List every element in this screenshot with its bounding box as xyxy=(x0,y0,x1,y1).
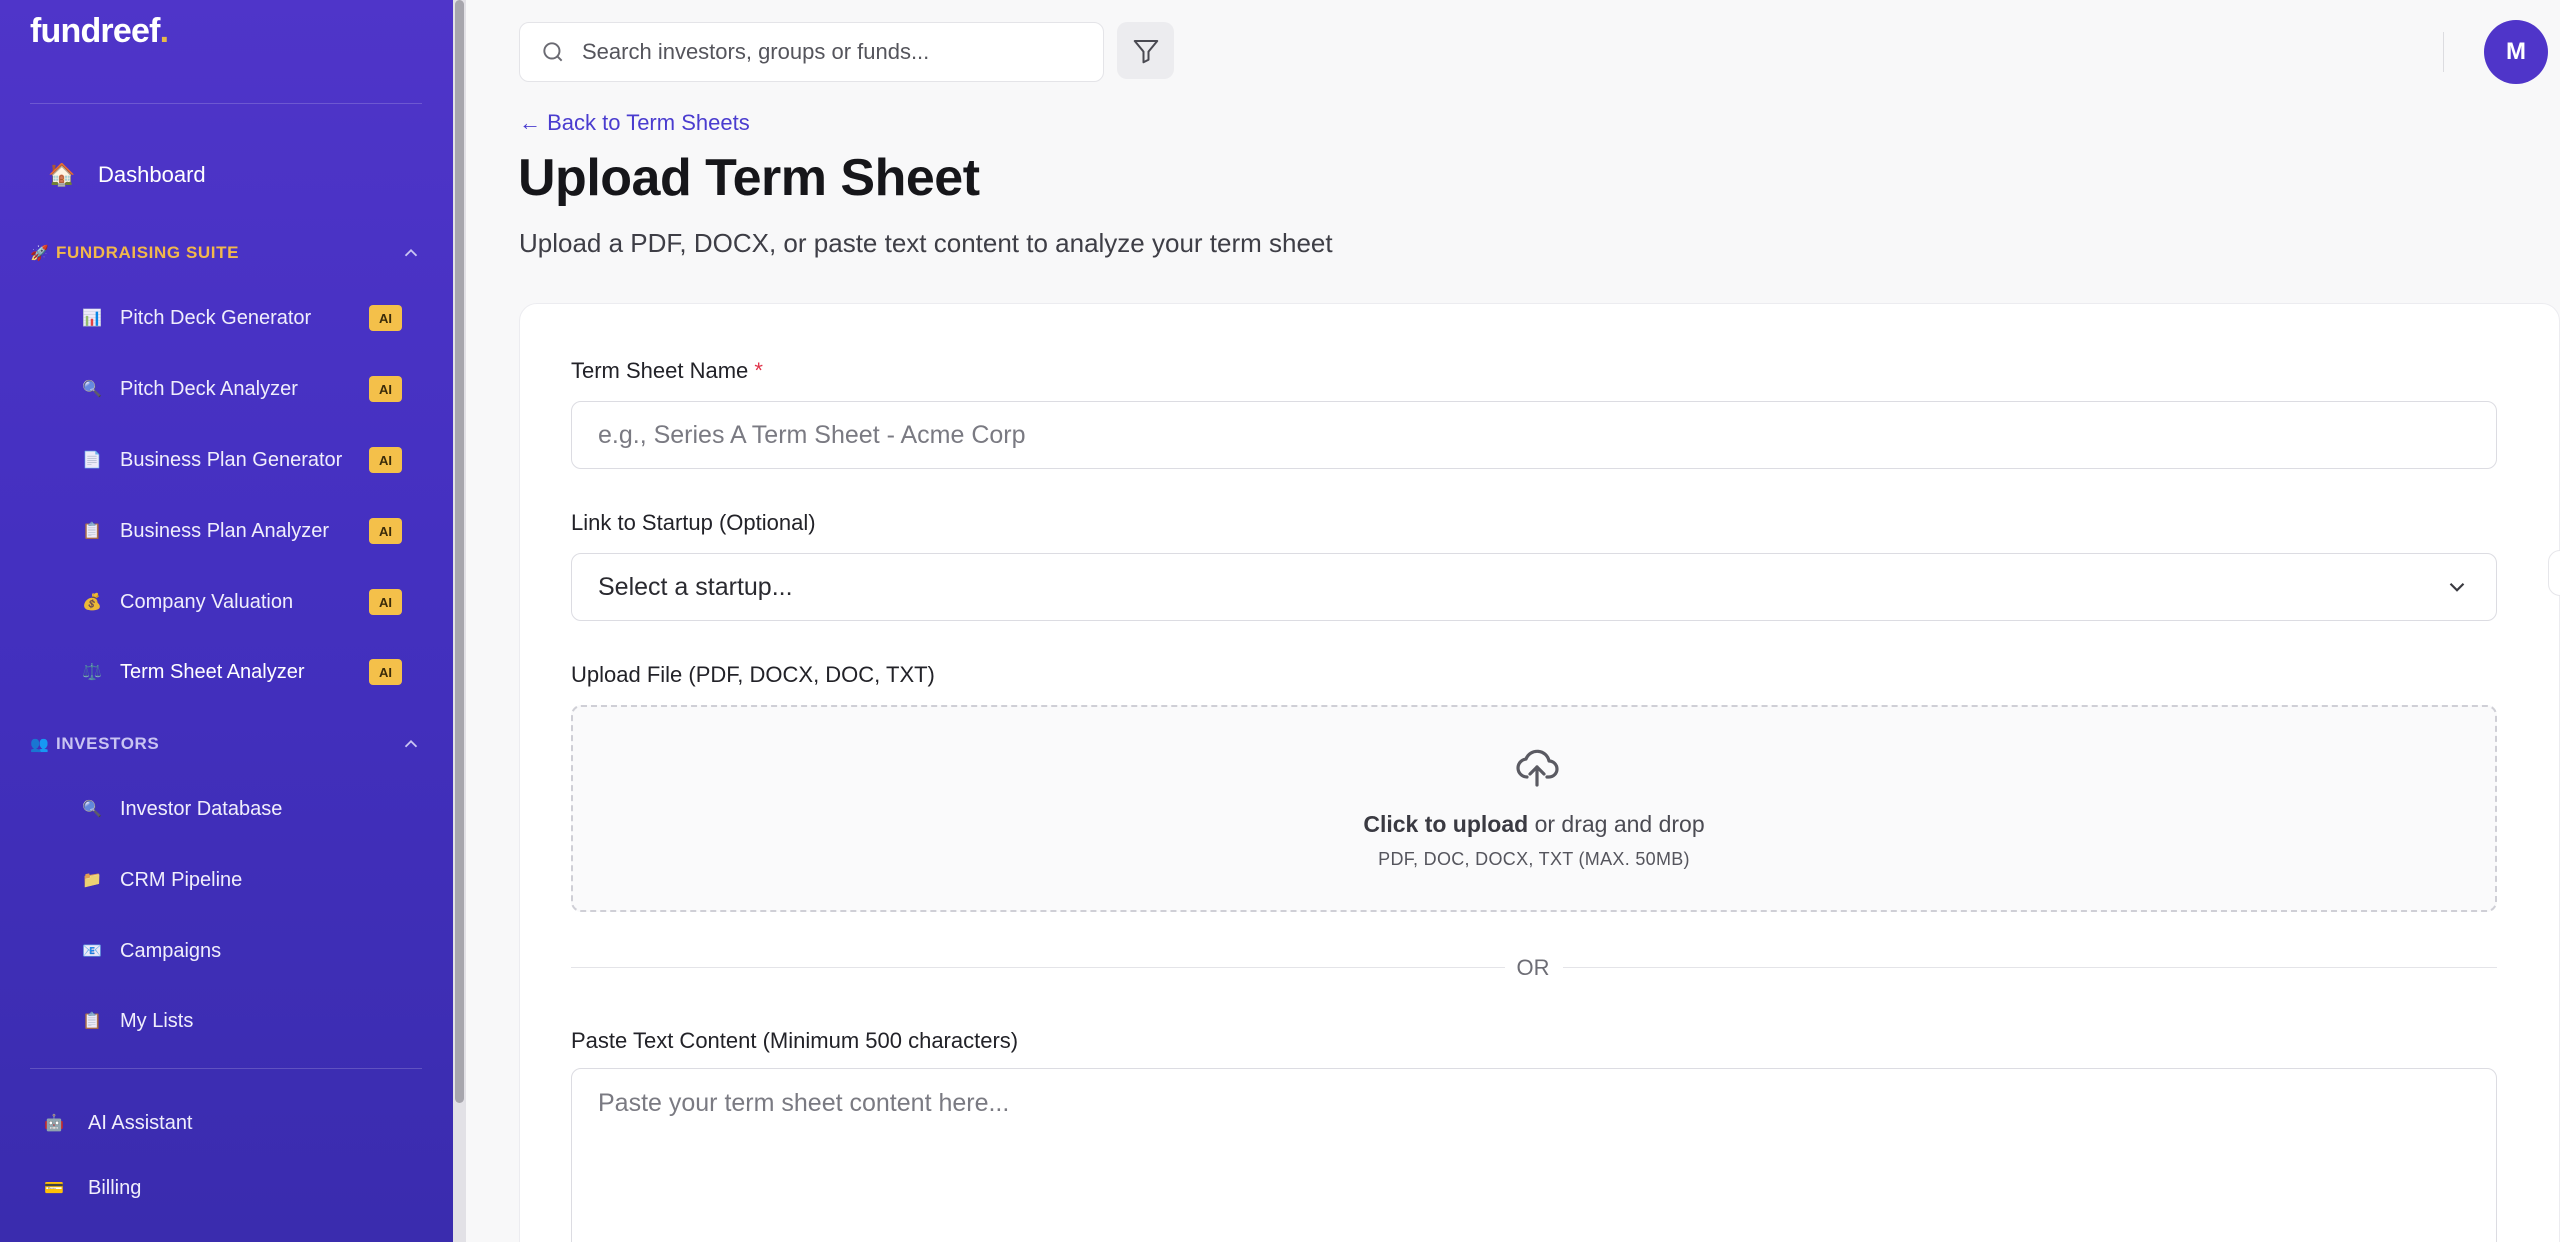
sidebar-item-my-lists[interactable]: 📋 My Lists xyxy=(80,1001,402,1041)
envelope-icon: 📧 xyxy=(82,943,102,960)
clipboard-icon: 📋 xyxy=(82,1013,102,1030)
side-panel-handle[interactable] xyxy=(2548,550,2560,596)
dropzone-file-types: PDF, DOC, DOCX, TXT (MAX. 50MB) xyxy=(1378,849,1690,869)
document-icon: 📄 xyxy=(82,452,102,469)
chevron-up-icon[interactable] xyxy=(400,242,422,264)
or-divider-text: OR xyxy=(1516,955,1550,980)
ai-badge: AI xyxy=(369,659,402,685)
or-divider-right xyxy=(1563,967,2497,968)
term-sheet-name-label: Term Sheet Name * xyxy=(571,358,763,383)
rocket-icon: 🚀 xyxy=(30,245,50,262)
sidebar-item-label: Dashboard xyxy=(98,162,206,187)
filter-button[interactable] xyxy=(1117,22,1174,79)
money-bag-icon: 💰 xyxy=(82,594,102,611)
required-mark: * xyxy=(754,358,763,383)
house-icon: 🏠 xyxy=(48,162,76,187)
ai-badge: AI xyxy=(369,447,402,473)
paste-text-textarea[interactable] xyxy=(571,1068,2497,1242)
section-fundraising-suite[interactable]: 🚀 FUNDRAISING SUITE xyxy=(30,238,422,268)
header-divider xyxy=(2443,32,2444,72)
ai-badge: AI xyxy=(369,518,402,544)
page-subtitle: Upload a PDF, DOCX, or paste text conten… xyxy=(519,228,1333,258)
sidebar-item-campaigns[interactable]: 📧 Campaigns xyxy=(80,931,402,971)
paste-text-label: Paste Text Content (Minimum 500 characte… xyxy=(571,1028,1019,1053)
robot-icon: 🤖 xyxy=(44,1115,64,1132)
ai-badge: AI xyxy=(369,589,402,615)
sidebar-item-billing[interactable]: 💳 Billing xyxy=(42,1168,141,1208)
term-sheet-name-input[interactable] xyxy=(571,401,2497,469)
sidebar-item-pitch-deck-analyzer[interactable]: 🔍 Pitch Deck Analyzer AI xyxy=(80,369,402,409)
startup-select-value: Select a startup... xyxy=(598,572,793,601)
fundreef-logo[interactable]: fundreef. xyxy=(30,12,169,51)
sidebar-item-investor-database[interactable]: 🔍 Investor Database xyxy=(80,789,402,829)
sidebar-item-pitch-deck-generator[interactable]: 📊 Pitch Deck Generator AI xyxy=(80,298,402,338)
section-investors[interactable]: 👥 INVESTORS xyxy=(30,729,422,759)
magnifier-icon: 🔍 xyxy=(82,801,102,818)
sidebar-item-crm-pipeline[interactable]: 📁 CRM Pipeline xyxy=(80,860,402,900)
scales-icon: ⚖️ xyxy=(82,664,102,681)
page-title: Upload Term Sheet xyxy=(518,149,980,207)
or-divider-left xyxy=(571,967,1505,968)
chevron-down-icon xyxy=(2449,582,2465,592)
file-dropzone[interactable]: Click to upload or drag and drop PDF, DO… xyxy=(571,705,2497,912)
search-bar xyxy=(519,22,1104,82)
people-icon: 👥 xyxy=(30,736,50,753)
ai-badge: AI xyxy=(369,376,402,402)
click-to-upload-text: Click to upload xyxy=(1363,811,1529,837)
sidebar-item-term-sheet-analyzer[interactable]: ⚖️ Term Sheet Analyzer AI xyxy=(80,652,402,692)
startup-select[interactable]: Select a startup... xyxy=(571,553,2497,621)
upload-file-label: Upload File (PDF, DOCX, DOC, TXT) xyxy=(571,662,935,687)
sidebar-scrollbar-thumb[interactable] xyxy=(455,0,464,1103)
sidebar-item-ai-assistant[interactable]: 🤖 AI Assistant xyxy=(42,1103,192,1143)
sidebar-item-business-plan-analyzer[interactable]: 📋 Business Plan Analyzer AI xyxy=(80,511,402,551)
sidebar: fundreef. 🏠 Dashboard 🚀 FUNDRAISING SUIT… xyxy=(0,0,453,1242)
dropzone-instruction: Click to upload or drag and drop xyxy=(1363,811,1705,837)
ai-badge: AI xyxy=(369,305,402,331)
folder-icon: 📁 xyxy=(82,872,102,889)
sidebar-item-business-plan-generator[interactable]: 📄 Business Plan Generator AI xyxy=(80,440,402,480)
cloud-upload-icon xyxy=(1516,749,1559,787)
link-to-startup-label: Link to Startup (Optional) xyxy=(571,510,816,535)
sidebar-divider xyxy=(30,1068,422,1069)
sidebar-divider xyxy=(30,103,422,104)
credit-card-icon: 💳 xyxy=(44,1180,64,1197)
sidebar-item-dashboard[interactable]: 🏠 Dashboard xyxy=(46,155,206,195)
magnifier-icon: 🔍 xyxy=(82,381,102,398)
search-input[interactable] xyxy=(582,39,1103,65)
filter-icon xyxy=(1133,39,1158,63)
chevron-up-icon[interactable] xyxy=(400,733,422,755)
clipboard-icon: 📋 xyxy=(82,523,102,540)
search-icon xyxy=(543,42,563,62)
bar-chart-icon: 📊 xyxy=(82,310,102,327)
sidebar-item-company-valuation[interactable]: 💰 Company Valuation AI xyxy=(80,582,402,622)
back-to-term-sheets-link[interactable]: ← Back to Term Sheets xyxy=(519,110,750,136)
user-avatar[interactable]: M xyxy=(2484,20,2548,84)
